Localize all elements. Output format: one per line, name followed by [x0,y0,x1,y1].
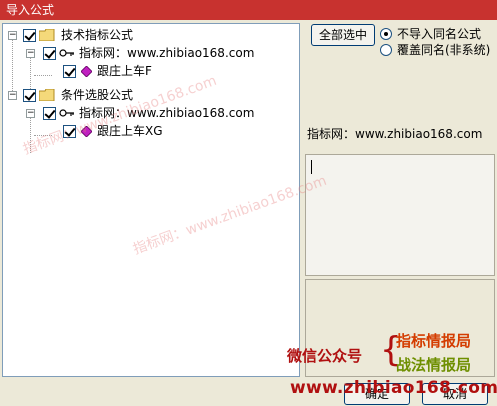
formula-icon [81,126,92,137]
brand-name-1: 指标情报局 [396,332,472,350]
folder-icon [39,29,55,41]
radio-indicator[interactable] [380,28,392,40]
checkbox-source-2[interactable] [43,107,56,120]
tree-node-label: 跟庄上车F [97,64,152,78]
checkbox-source-1[interactable] [43,47,56,60]
key-icon [59,49,74,57]
tree-node-label: 条件选股公式 [61,88,134,102]
radio-indicator[interactable] [380,44,392,56]
brand-name-2: 战法情报局 [396,356,472,374]
folder-icon [39,89,55,101]
tree-node-label: 指标网：www.zhibiao168.com [79,106,255,120]
checkbox-formula-f[interactable] [63,65,76,78]
tree-node-stock-selection[interactable]: − 条件选股公式 [3,86,293,104]
formula-icon [81,66,92,77]
tree-node-tech-indicators[interactable]: − 技术指标公式 [3,26,293,44]
wechat-label: 微信公众号 [287,347,363,365]
tree-node-label: 指标网：www.zhibiao168.com [79,46,255,60]
collapse-toggle[interactable]: − [26,49,35,58]
collapse-toggle[interactable]: − [8,91,17,100]
tree-node-formula-xg[interactable]: 跟庄上车XG [3,122,293,140]
formula-tree[interactable]: − 技术指标公式 − 指标网：www.zhibiao168.com 跟庄上车F … [2,23,300,377]
checkbox-stock-selection[interactable] [23,89,36,102]
radio-label: 覆盖同名(非系统) [397,43,491,57]
site-url: www.zhibiao168.com [290,378,497,398]
tree-node-formula-f[interactable]: 跟庄上车F [3,62,293,80]
tree-node-source-1[interactable]: − 指标网：www.zhibiao168.com [3,44,293,62]
tree-node-source-2[interactable]: − 指标网：www.zhibiao168.com [3,104,293,122]
collapse-toggle[interactable]: − [26,109,35,118]
radio-label: 不导入同名公式 [397,27,482,41]
tree-node-label: 跟庄上车XG [97,124,163,138]
collapse-toggle[interactable]: − [8,31,17,40]
formula-source-label: 指标网：www.zhibiao168.com [307,127,483,141]
text-caret [311,160,312,174]
key-icon [59,109,74,117]
checkbox-tech-indicators[interactable] [23,29,36,42]
select-all-button[interactable]: 全部选中 [311,24,375,46]
window-titlebar: 导入公式 [0,0,497,20]
tree-node-label: 技术指标公式 [61,28,134,42]
checkbox-formula-xg[interactable] [63,125,76,138]
formula-description-box[interactable] [305,154,495,276]
window-title: 导入公式 [6,3,55,17]
